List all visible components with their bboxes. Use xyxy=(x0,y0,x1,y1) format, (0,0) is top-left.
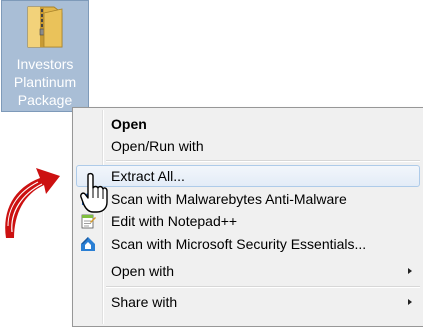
submenu-arrow-icon xyxy=(408,299,412,305)
menu-item-share-with[interactable]: Share with xyxy=(76,291,420,313)
file-label-line-1: Investors xyxy=(16,56,74,72)
red-curved-arrow-icon xyxy=(5,168,60,238)
context-menu: Open Open/Run with Extract All... Scan w… xyxy=(72,107,423,327)
menu-item-scan-security-essentials[interactable]: Scan with Microsoft Security Essentials.… xyxy=(76,233,420,255)
menu-item-label: Share with xyxy=(111,294,178,310)
desktop-file-icon[interactable]: Investors Plantinum Package xyxy=(1,0,89,112)
menu-separator xyxy=(106,160,420,162)
hand-pointer-cursor-icon xyxy=(80,172,108,213)
menu-item-label: Open with xyxy=(111,263,175,279)
menu-item-extract-all[interactable]: Extract All... xyxy=(76,165,420,187)
menu-item-open-with[interactable]: Open with xyxy=(76,260,420,282)
file-label-line-2: Plantinum xyxy=(13,74,77,90)
menu-item-label: Edit with Notepad++ xyxy=(111,213,238,229)
desktop-file-label: Investors Plantinum Package xyxy=(2,55,88,109)
menu-item-label: Scan with Microsoft Security Essentials.… xyxy=(111,236,367,252)
menu-item-open[interactable]: Open xyxy=(76,113,420,135)
menu-item-label: Extract All... xyxy=(111,168,185,184)
menu-item-scan-malwarebytes[interactable]: Scan with Malwarebytes Anti-Malware xyxy=(76,188,420,210)
menu-item-label: Scan with Malwarebytes Anti-Malware xyxy=(111,191,347,207)
menu-item-edit-notepad[interactable]: Edit with Notepad++ xyxy=(76,210,420,232)
zip-folder-icon xyxy=(27,6,63,48)
submenu-arrow-icon xyxy=(408,268,412,274)
menu-item-label: Open/Run with xyxy=(111,138,204,154)
menu-item-label: Open xyxy=(111,116,147,132)
menu-separator xyxy=(106,286,420,288)
menu-item-open-run-with[interactable]: Open/Run with xyxy=(76,135,420,157)
security-essentials-icon xyxy=(81,237,95,251)
notepad-plus-plus-icon xyxy=(81,214,96,229)
